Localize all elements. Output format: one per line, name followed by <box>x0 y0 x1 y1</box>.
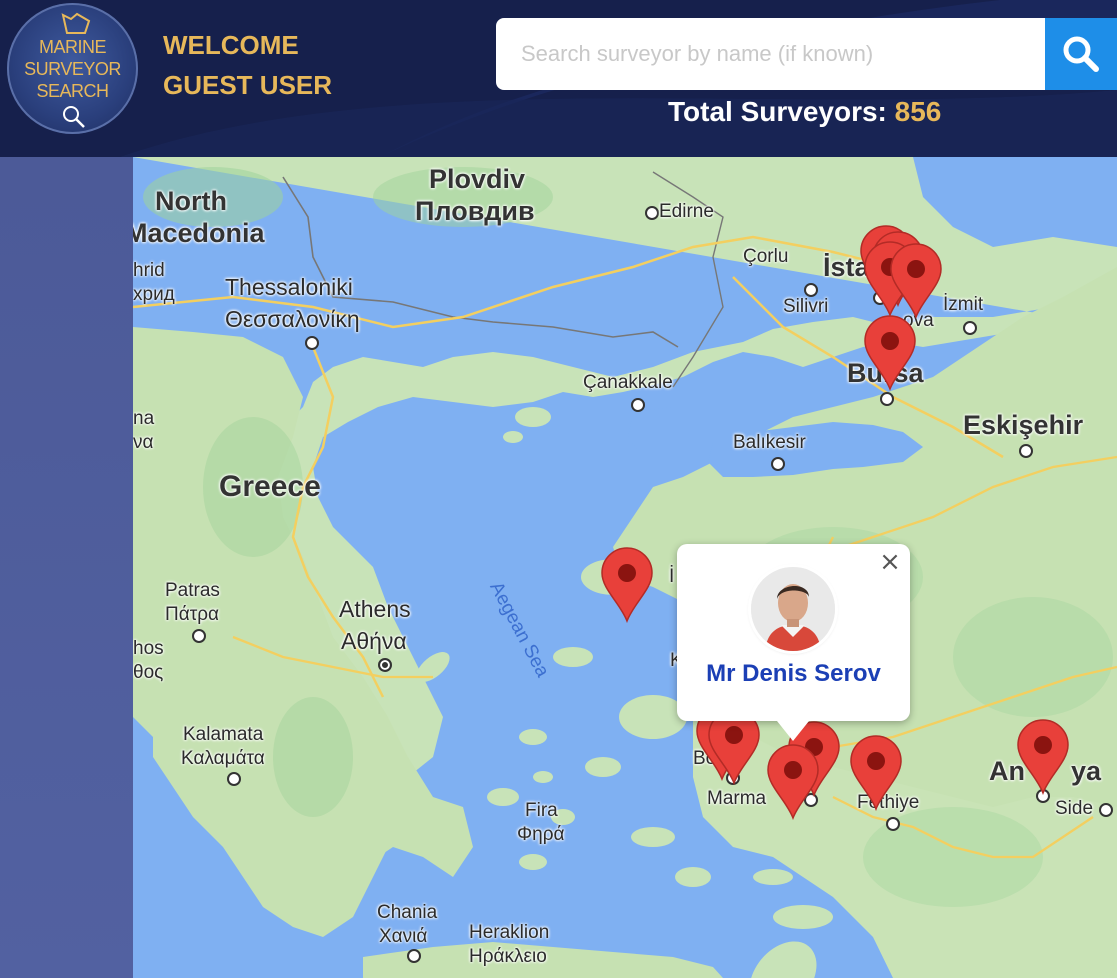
label-north-macedonia-2: Macedonia <box>133 218 265 248</box>
map-outline-icon <box>61 12 91 34</box>
site-logo[interactable]: MARINE SURVEYOR SEARCH <box>7 3 138 134</box>
search-bar <box>496 18 1045 90</box>
label-eskisehir: Eskişehir <box>963 410 1084 440</box>
label-thessaloniki-2: Θεσσαλονίκη <box>225 306 360 332</box>
person-avatar-icon <box>751 567 835 651</box>
logo-text-line1: MARINE <box>38 37 107 57</box>
total-surveyors-count: 856 <box>894 96 942 127</box>
surveyor-popup: × Mr Denis Serov <box>677 544 910 741</box>
total-surveyors: Total Surveyors: 856 <box>668 96 941 128</box>
surveyor-pin-marmaris-2[interactable] <box>766 744 820 820</box>
left-sidebar <box>0 157 133 978</box>
label-heraklion: Heraklion <box>469 922 550 943</box>
logo-text-line3: SEARCH <box>36 81 109 101</box>
guest-user-line: GUEST USER <box>163 70 333 100</box>
surveyor-pin-izmir[interactable] <box>600 547 654 623</box>
city-dot-kalamata <box>227 772 241 786</box>
label-fira: Fira <box>525 800 558 821</box>
label-fira-2: Φηρά <box>517 824 565 845</box>
welcome-message: WELCOME GUEST USER <box>163 25 332 105</box>
label-north-macedonia: North <box>155 186 227 216</box>
city-dot-silivri <box>804 283 818 297</box>
city-dot-canakkale <box>631 398 645 412</box>
label-side: Side <box>1055 798 1094 819</box>
label-kalamata: Kalamata <box>183 724 264 745</box>
label-corlu: Çorlu <box>743 246 789 267</box>
label-athens-2: Αθήνα <box>341 628 407 654</box>
search-input[interactable] <box>496 18 1016 90</box>
label-ohrid: hrid <box>133 260 165 281</box>
surveyor-pin-istanbul-4[interactable] <box>889 243 943 319</box>
header: MARINE SURVEYOR SEARCH WELCOME GUEST USE… <box>0 0 1117 157</box>
label-athens: Athens <box>339 596 411 622</box>
city-dot-edirne <box>645 206 659 220</box>
label-silivri: Silivri <box>783 296 829 317</box>
city-dot-bursa <box>880 392 894 406</box>
label-balikesir: Balıkesir <box>733 432 806 453</box>
label-greece: Greece <box>219 470 321 503</box>
surveyor-pin-fethiye[interactable] <box>849 735 903 811</box>
label-edirne: Edirne <box>659 201 714 222</box>
city-dot-thessaloniki <box>305 336 319 350</box>
city-dot-patras <box>192 629 206 643</box>
label-heraklion-2: Ηράκλειο <box>469 946 547 967</box>
label-chania: Chania <box>377 902 438 923</box>
surveyor-avatar[interactable] <box>751 567 835 651</box>
label-canakkale: Çanakkale <box>583 372 673 393</box>
label-plovdiv: Plovdiv <box>429 164 526 194</box>
city-dot-izmit <box>963 321 977 335</box>
label-izmit: İzmit <box>943 294 984 315</box>
city-dot-athens <box>378 658 392 672</box>
welcome-line: WELCOME <box>163 30 299 60</box>
label-chania-2: Χανιά <box>379 926 428 947</box>
surveyor-pin-bursa[interactable] <box>863 315 917 391</box>
label-plovdiv-2: Пловдив <box>415 196 535 226</box>
label-patras-2: Πάτρα <box>165 604 220 625</box>
city-dot-balikesir <box>771 457 785 471</box>
magnifier-icon <box>63 106 85 128</box>
label-larisa-2: να <box>133 432 154 453</box>
label-ohrid-2: хрид <box>133 284 175 305</box>
city-dot-fethiye <box>886 817 900 831</box>
label-pyrgos: hos <box>133 638 164 659</box>
search-button[interactable] <box>1045 18 1117 90</box>
city-dot-eskisehir <box>1019 444 1033 458</box>
label-pyrgos-2: θος <box>133 662 164 683</box>
label-izmir-fragment: İ <box>669 566 675 587</box>
surveyor-name-link[interactable]: Mr Denis Serov <box>677 660 910 688</box>
close-popup-button[interactable]: × <box>878 549 902 575</box>
label-antalya-b: ya <box>1071 756 1102 786</box>
surveyor-pin-antalya[interactable] <box>1016 719 1070 795</box>
city-dot-side <box>1099 803 1113 817</box>
label-thessaloniki: Thessaloniki <box>225 274 353 300</box>
label-marmaris: Marma <box>707 788 767 809</box>
logo-text-line2: SURVEYOR <box>24 59 121 79</box>
label-larisa: na <box>133 408 155 429</box>
search-icon <box>1063 36 1099 72</box>
city-dot-chania <box>407 949 421 963</box>
map-canvas[interactable]: North Macedonia hrid хрид Plovdiv Пловди… <box>133 157 1117 978</box>
label-kalamata-2: Καλαμάτα <box>181 748 265 769</box>
label-patras: Patras <box>165 580 220 601</box>
total-surveyors-label: Total Surveyors: <box>668 96 887 127</box>
